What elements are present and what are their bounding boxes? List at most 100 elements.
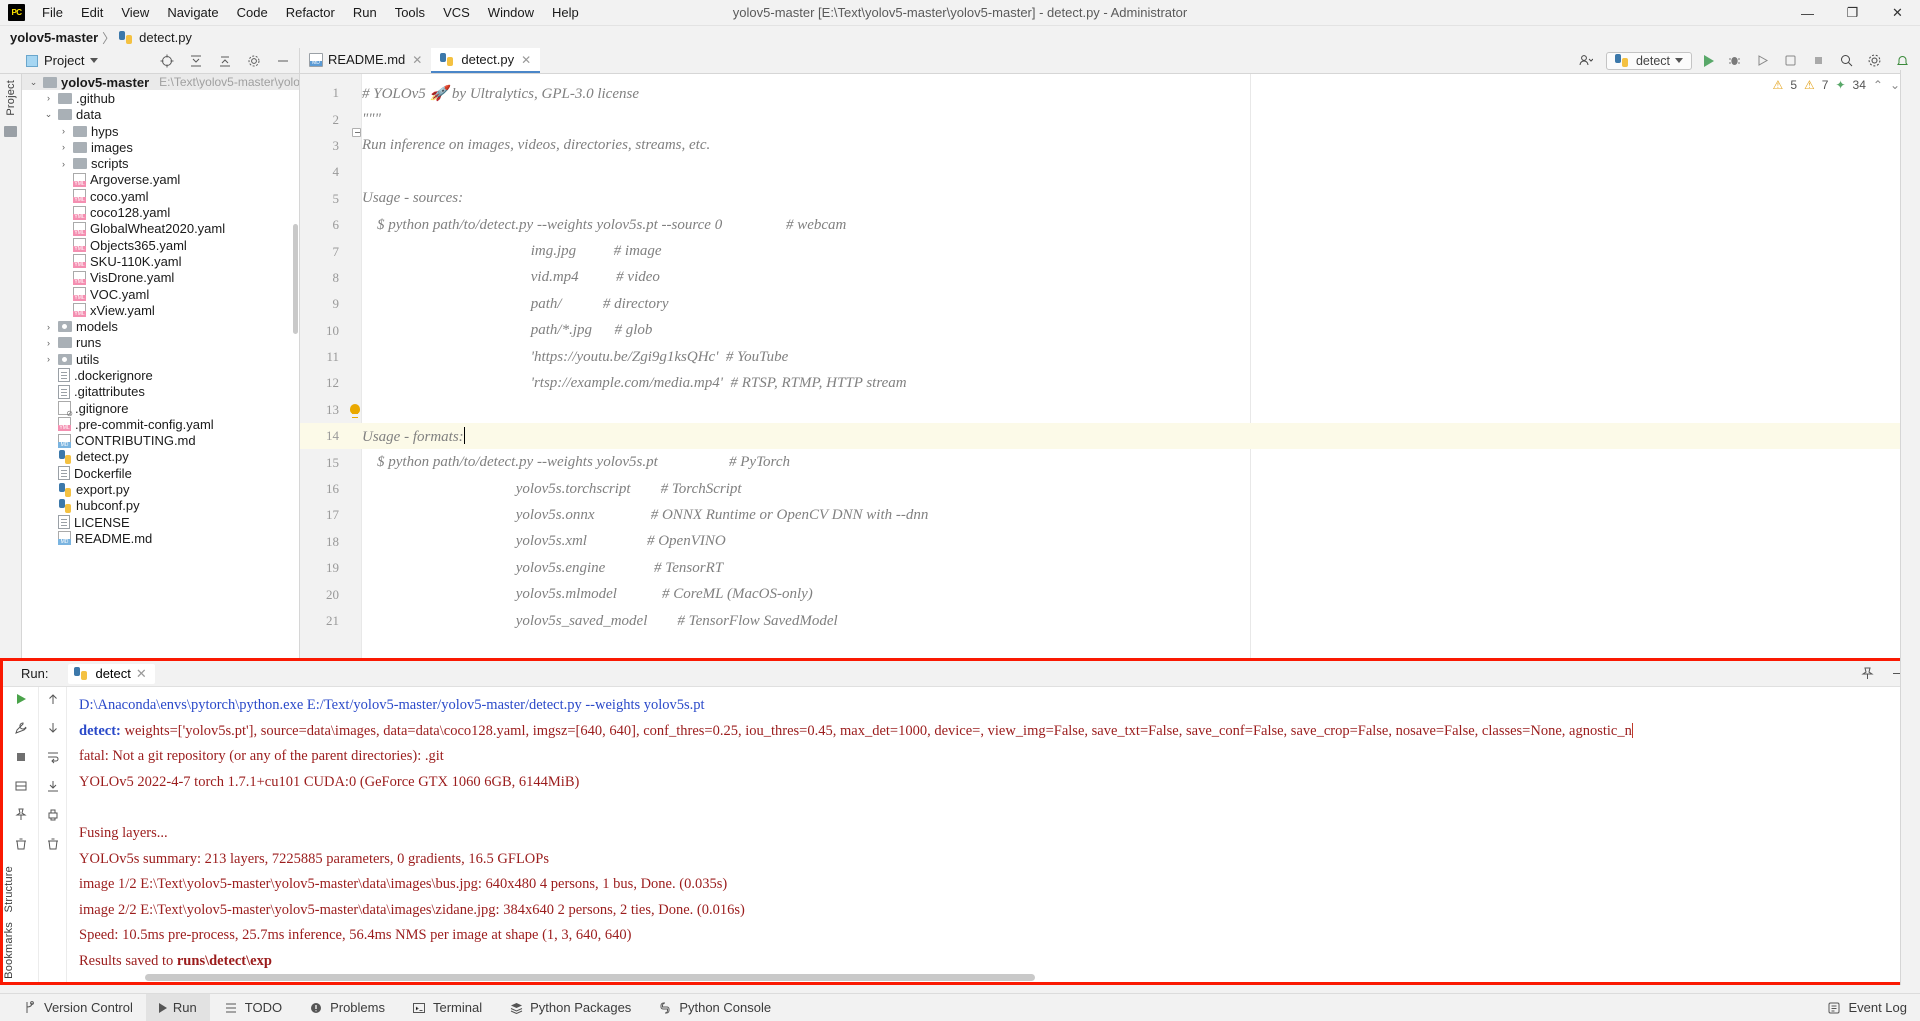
code-editor[interactable]: 1 # YOLOv5 🚀 by Ultralytics, GPL-3.0 lice… xyxy=(300,74,1920,684)
code-line[interactable]: 2 """ xyxy=(300,106,1920,137)
tab-close-icon[interactable]: ✕ xyxy=(521,53,531,67)
tree-node[interactable]: •Argoverse.yaml xyxy=(22,172,299,188)
code-line[interactable]: 10 path/*.jpg # glob xyxy=(300,318,1920,344)
menu-refactor[interactable]: Refactor xyxy=(277,2,344,23)
pin-icon[interactable] xyxy=(1859,666,1875,682)
chevron-right-icon[interactable]: › xyxy=(58,126,69,136)
code-line[interactable]: 21 yolov5s_saved_model # TensorFlow Save… xyxy=(300,608,1920,634)
tree-node[interactable]: •xView.yaml xyxy=(22,302,299,318)
tree-node[interactable]: •Objects365.yaml xyxy=(22,237,299,253)
status-item-event-log[interactable]: Event Log xyxy=(1813,994,1920,1021)
menu-file[interactable]: File xyxy=(33,2,72,23)
status-item-problems[interactable]: Problems xyxy=(295,994,398,1021)
code-line[interactable]: 1 # YOLOv5 🚀 by Ultralytics, GPL-3.0 lice… xyxy=(300,80,1920,106)
code-line[interactable]: 7 img.jpg # image xyxy=(300,238,1920,264)
chevron-right-icon[interactable]: › xyxy=(43,93,54,103)
status-item-todo[interactable]: TODO xyxy=(210,994,295,1021)
menu-view[interactable]: View xyxy=(112,2,158,23)
status-item-terminal[interactable]: Terminal xyxy=(398,994,495,1021)
maximize-button[interactable]: ❐ xyxy=(1830,0,1875,26)
intention-bulb-icon[interactable] xyxy=(350,404,360,419)
tree-node[interactable]: •Dockerfile xyxy=(22,465,299,481)
expand-all-icon[interactable] xyxy=(217,53,233,69)
project-panel-title[interactable]: Project xyxy=(44,53,84,68)
code-line[interactable]: 11 'https://youtu.be/Zgi9g1ksQHc' # YouT… xyxy=(300,344,1920,370)
chevron-right-icon[interactable]: › xyxy=(58,159,69,169)
debug-button[interactable] xyxy=(1726,53,1742,69)
project-tree[interactable]: ⌄ yolov5-master E:\Text\yolov5-master\yo… xyxy=(22,74,300,684)
tree-node[interactable]: •export.py xyxy=(22,481,299,497)
menu-window[interactable]: Window xyxy=(479,2,543,23)
tree-node[interactable]: ⌄ data xyxy=(22,107,299,123)
tree-node[interactable]: •LICENSE xyxy=(22,514,299,530)
chevron-up-icon[interactable]: ⌃ xyxy=(1873,78,1883,92)
up-arrow-icon[interactable] xyxy=(45,691,61,707)
settings-gear-icon[interactable] xyxy=(246,53,262,69)
tree-node[interactable]: •.pre-commit-config.yaml xyxy=(22,416,299,432)
collapse-all-icon[interactable] xyxy=(188,53,204,69)
tree-node[interactable]: •README.md xyxy=(22,530,299,546)
tree-scrollbar[interactable] xyxy=(293,224,298,334)
user-account-icon[interactable] xyxy=(1578,53,1594,69)
code-line[interactable]: 9 path/ # directory xyxy=(300,291,1920,317)
code-line[interactable]: 13 xyxy=(300,397,1920,423)
breadcrumb-root[interactable]: yolov5-master xyxy=(10,30,98,45)
tree-node[interactable]: › scripts xyxy=(22,155,299,171)
chevron-down-icon[interactable] xyxy=(1675,58,1683,63)
console-output[interactable]: D:\Anaconda\envs\pytorch\python.exe E:/T… xyxy=(67,687,1917,982)
menu-code[interactable]: Code xyxy=(228,2,277,23)
tree-node[interactable]: •SKU-110K.yaml xyxy=(22,253,299,269)
menu-vcs[interactable]: VCS xyxy=(434,2,479,23)
code-line[interactable]: 16 yolov5s.torchscript # TorchScript xyxy=(300,476,1920,502)
menu-help[interactable]: Help xyxy=(543,2,588,23)
code-line[interactable]: 6 $ python path/to/detect.py --weights y… xyxy=(300,212,1920,238)
code-line[interactable]: 15 $ python path/to/detect.py --weights … xyxy=(300,449,1920,475)
code-line[interactable]: 5 Usage - sources: xyxy=(300,186,1920,212)
chevron-right-icon[interactable]: › xyxy=(43,338,54,348)
menu-edit[interactable]: Edit xyxy=(72,2,112,23)
settings-icon[interactable] xyxy=(1866,53,1882,69)
menu-navigate[interactable]: Navigate xyxy=(158,2,227,23)
close-button[interactable]: ✕ xyxy=(1875,0,1920,26)
tree-node[interactable]: •coco.yaml xyxy=(22,188,299,204)
code-line[interactable]: 12 'rtsp://example.com/media.mp4' # RTSP… xyxy=(300,370,1920,396)
status-item-run[interactable]: Run xyxy=(145,993,210,1021)
tree-node[interactable]: •.gitignore xyxy=(22,400,299,418)
tree-root-node[interactable]: ⌄ yolov5-master E:\Text\yolov5-master\yo… xyxy=(22,74,299,91)
minimize-button[interactable]: — xyxy=(1785,0,1830,26)
chevron-down-icon[interactable]: ⌄ xyxy=(28,77,39,88)
run-tool-window[interactable]: Run: detect ✕ D:\Anaconda\envs\pytorch\p… xyxy=(0,658,1920,985)
tab-detect-py[interactable]: detect.py ✕ xyxy=(431,48,541,73)
tree-node[interactable]: › .github xyxy=(22,90,299,106)
code-lines[interactable]: 1 # YOLOv5 🚀 by Ultralytics, GPL-3.0 lice… xyxy=(300,74,1920,634)
tree-node[interactable]: •VisDrone.yaml xyxy=(22,270,299,286)
chevron-right-icon[interactable]: › xyxy=(43,354,54,364)
tree-node[interactable]: › runs xyxy=(22,335,299,351)
code-line[interactable]: 17 yolov5s.onnx # ONNX Runtime or OpenCV… xyxy=(300,502,1920,528)
breadcrumb-file[interactable]: detect.py xyxy=(139,30,192,45)
run-tab-detect[interactable]: detect ✕ xyxy=(68,663,155,684)
menu-run[interactable]: Run xyxy=(344,2,386,23)
chevron-down-icon[interactable]: ⌄ xyxy=(1890,78,1900,92)
code-line[interactable]: 3 Run inference on images, videos, direct… xyxy=(300,133,1920,159)
status-item-version-control[interactable]: Version Control xyxy=(0,994,146,1021)
run-button[interactable] xyxy=(1704,54,1714,67)
code-line[interactable]: 19 yolov5s.engine # TensorRT xyxy=(300,555,1920,581)
tree-node[interactable]: › models xyxy=(22,318,299,334)
tool-window-structure-label[interactable]: Structure xyxy=(3,866,15,912)
search-icon[interactable] xyxy=(1838,53,1854,69)
soft-wrap-icon[interactable] xyxy=(45,749,61,765)
code-line[interactable]: 20 yolov5s.mlmodel # CoreML (MacOS-only) xyxy=(300,581,1920,607)
code-line[interactable]: 8 vid.mp4 # video xyxy=(300,265,1920,291)
console-horizontal-scrollbar[interactable] xyxy=(145,974,1035,981)
tree-node[interactable]: •GlobalWheat2020.yaml xyxy=(22,221,299,237)
tree-node[interactable]: › images xyxy=(22,139,299,155)
clear-all-icon[interactable] xyxy=(45,836,61,852)
close-icon[interactable]: ✕ xyxy=(136,666,147,682)
run-configuration-selector[interactable]: detect xyxy=(1605,51,1692,70)
chevron-right-icon[interactable]: › xyxy=(58,142,69,152)
hide-panel-icon[interactable] xyxy=(275,53,291,69)
stop-button[interactable] xyxy=(1810,53,1826,69)
tree-node[interactable]: › hyps xyxy=(22,123,299,139)
tab-close-icon[interactable]: ✕ xyxy=(412,53,422,67)
